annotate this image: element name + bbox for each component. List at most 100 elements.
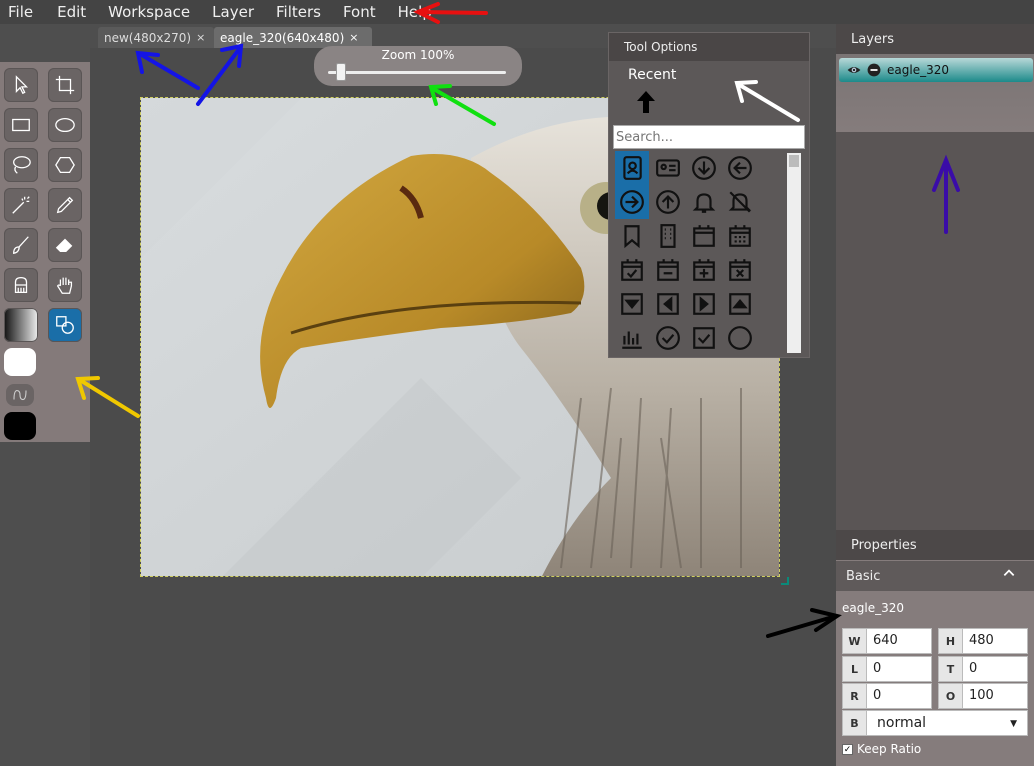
eraser-icon: [55, 238, 73, 253]
arrow-circle-right-icon[interactable]: [615, 185, 649, 219]
caret-up-icon[interactable]: [723, 287, 757, 321]
tab-label: new(480x270): [104, 30, 192, 45]
ellipse-tool-button[interactable]: [48, 108, 82, 142]
opacity-label: O: [938, 683, 962, 709]
caret-right-icon[interactable]: [687, 287, 721, 321]
width-input[interactable]: 640: [866, 628, 932, 654]
bookmark-icon[interactable]: [615, 219, 649, 253]
calendar-minus-icon[interactable]: [651, 253, 685, 287]
tab-new[interactable]: new(480x270) ×: [98, 27, 214, 48]
keep-ratio-label: Keep Ratio: [857, 742, 922, 756]
background-color-swatch[interactable]: [4, 412, 36, 440]
keep-ratio-checkbox[interactable]: ✓: [842, 743, 853, 755]
layer-item[interactable]: eagle_320: [839, 58, 1033, 82]
left-field: L 0: [842, 656, 932, 682]
foreground-color-swatch[interactable]: [4, 348, 36, 376]
calendar-plus-icon[interactable]: [687, 253, 721, 287]
arrow-circle-left-icon[interactable]: [723, 151, 757, 185]
tab-eagle[interactable]: eagle_320(640x480) ×: [214, 27, 372, 48]
icon-grid-scrollbar[interactable]: [787, 153, 801, 353]
gradient-tool-button[interactable]: [4, 308, 38, 342]
bar-chart-icon[interactable]: [615, 321, 649, 353]
blend-mode-select[interactable]: normal ▼: [866, 710, 1028, 736]
hand-tool-button[interactable]: [48, 268, 82, 302]
height-field: H 480: [938, 628, 1028, 654]
menu-filters[interactable]: Filters: [276, 3, 321, 21]
calendar-x-icon[interactable]: [723, 253, 757, 287]
calendar-icon[interactable]: [687, 219, 721, 253]
check-square-icon[interactable]: [687, 321, 721, 353]
rotation-label: R: [842, 683, 866, 709]
recent-label: Recent: [628, 67, 677, 83]
zoom-label: Zoom 100%: [381, 48, 455, 62]
layer-name-label: eagle_320: [842, 601, 904, 615]
zoom-slider-thumb[interactable]: [336, 63, 346, 81]
layer-name: eagle_320: [887, 63, 949, 77]
left-input[interactable]: 0: [866, 656, 932, 682]
calendar-grid-icon[interactable]: [723, 219, 757, 253]
resize-handle[interactable]: [781, 577, 789, 585]
height-input[interactable]: 480: [962, 628, 1028, 654]
blend-label-wrap: B: [842, 710, 866, 736]
caret-left-icon[interactable]: [651, 287, 685, 321]
zoom-control: Zoom 100%: [314, 46, 522, 86]
hexagon-icon: [55, 157, 75, 173]
keep-ratio-toggle[interactable]: ✓ Keep Ratio: [842, 742, 921, 756]
menu-help[interactable]: Help: [398, 3, 432, 21]
magic-wand-icon: [12, 196, 30, 214]
zoom-slider-track[interactable]: [328, 71, 506, 74]
properties-title: Properties: [836, 530, 1034, 560]
circle-icon[interactable]: [723, 321, 757, 353]
eraser-tool-button[interactable]: [48, 228, 82, 262]
top-input[interactable]: 0: [962, 656, 1028, 682]
rotation-field: R 0: [842, 683, 932, 709]
eyedropper-tool-button[interactable]: [48, 188, 82, 222]
rectangle-tool-button[interactable]: [4, 108, 38, 142]
blend-mode-field: B normal ▼: [842, 710, 1028, 736]
menu-layer[interactable]: Layer: [212, 3, 254, 21]
crop-tool-button[interactable]: [48, 68, 82, 102]
menu-edit[interactable]: Edit: [57, 3, 86, 21]
rotation-input[interactable]: 0: [866, 683, 932, 709]
menu-workspace[interactable]: Workspace: [108, 3, 190, 21]
stamp-tool-button[interactable]: [4, 268, 38, 302]
opacity-input[interactable]: 100: [962, 683, 1028, 709]
menu-font[interactable]: Font: [343, 3, 376, 21]
select-tool-button[interactable]: [4, 68, 38, 102]
shape-tool-button[interactable]: [48, 308, 82, 342]
scrollbar-thumb[interactable]: [789, 155, 799, 167]
polygon-tool-button[interactable]: [48, 148, 82, 182]
tool-options-title: Tool Options: [609, 33, 809, 61]
swap-colors-button[interactable]: [6, 384, 34, 406]
tool-options-panel: Tool Options Recent: [609, 33, 809, 357]
address-book-icon[interactable]: [615, 151, 649, 185]
delete-layer-icon[interactable]: [867, 63, 881, 77]
icon-search-input[interactable]: [613, 125, 805, 149]
close-icon[interactable]: ×: [196, 31, 205, 44]
brush-tool-button[interactable]: [4, 228, 38, 262]
arrow-up-icon[interactable]: [635, 89, 657, 115]
hand-icon: [56, 277, 73, 294]
rectangle-icon: [12, 118, 30, 132]
lasso-icon: [13, 156, 31, 174]
chevron-up-icon[interactable]: [1002, 566, 1016, 580]
brush-icon: [13, 236, 29, 255]
menu-file[interactable]: File: [8, 3, 33, 21]
id-card-icon[interactable]: [651, 151, 685, 185]
magic-wand-tool-button[interactable]: [4, 188, 38, 222]
bell-icon[interactable]: [687, 185, 721, 219]
blend-mode-value: normal: [877, 715, 927, 731]
calendar-check-icon[interactable]: [615, 253, 649, 287]
layers-panel: Layers eagle_320: [836, 24, 1034, 530]
check-circle-icon[interactable]: [651, 321, 685, 353]
properties-panel: Properties Basic eagle_320 W 640 H 480 L…: [836, 530, 1034, 766]
caret-down-icon[interactable]: [615, 287, 649, 321]
lasso-tool-button[interactable]: [4, 148, 38, 182]
opacity-field: O 100: [938, 683, 1028, 709]
close-icon[interactable]: ×: [349, 31, 358, 44]
arrow-circle-up-icon[interactable]: [651, 185, 685, 219]
arrow-circle-down-icon[interactable]: [687, 151, 721, 185]
eye-icon[interactable]: [845, 63, 863, 77]
building-icon[interactable]: [651, 219, 685, 253]
bell-slash-icon[interactable]: [723, 185, 757, 219]
